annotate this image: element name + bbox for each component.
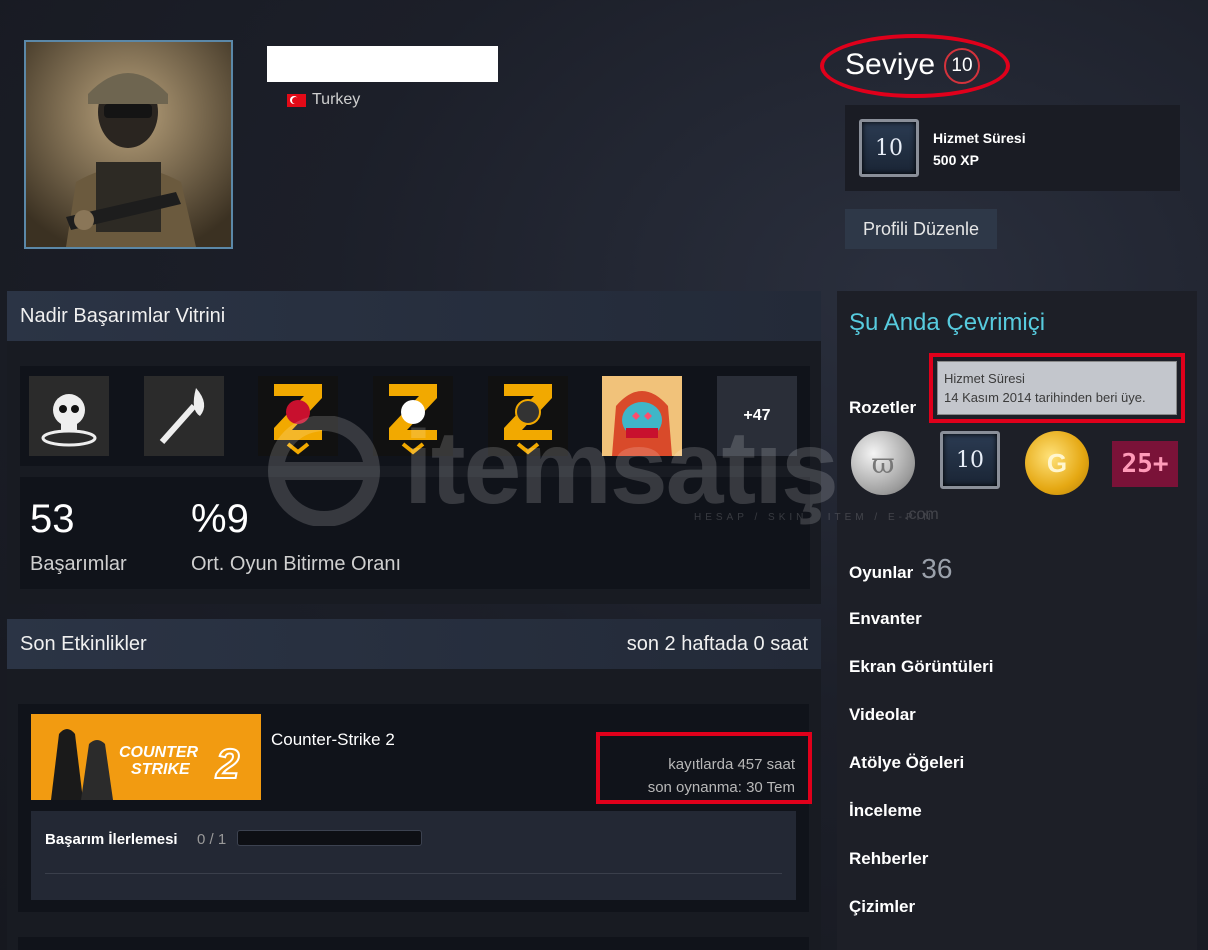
inventory-link[interactable]: Envanter	[849, 609, 922, 629]
edit-profile-button[interactable]: Profili Düzenle	[845, 209, 997, 249]
cartoon-character-achievement-icon[interactable]	[602, 376, 682, 456]
online-status: Şu Anda Çevrimiçi	[849, 309, 1046, 336]
recent-activity-panel: Son Etkinlikler son 2 haftada 0 saat COU…	[7, 619, 821, 950]
game-name-link[interactable]: Counter-Strike 2	[271, 730, 395, 750]
progress-bar	[237, 830, 422, 846]
level-number[interactable]: 10	[944, 48, 980, 84]
achievements-count: 53	[30, 497, 75, 541]
activity-summary: son 2 haftada 0 saat	[626, 632, 808, 655]
zombie-badge-icon-3[interactable]	[488, 376, 568, 456]
achievement-stats: 53 Başarımlar %9 Ort. Oyun Bitirme Oranı	[20, 477, 810, 589]
service-badge-icon: 10	[859, 119, 919, 177]
profile-name-redacted	[267, 46, 498, 82]
game-thumbnail[interactable]: COUNTER STRIKE 2	[31, 714, 261, 800]
favorite-badge-xp: 500 XP	[933, 152, 979, 168]
level-label: Seviye	[845, 48, 936, 81]
progress-label: Başarım İlerlemesi	[45, 831, 178, 848]
match-fire-achievement-icon[interactable]	[144, 376, 224, 456]
activity-header: Son Etkinlikler son 2 haftada 0 saat	[7, 619, 821, 669]
completion-rate: %9	[191, 497, 249, 541]
achievements-label: Başarımlar	[30, 553, 127, 575]
reviews-link[interactable]: İnceleme	[849, 801, 922, 821]
progress-count: 0 / 1	[197, 831, 227, 848]
tooltip-title: Hizmet Süresi	[944, 371, 1025, 386]
progress-divider	[45, 873, 782, 874]
game-hours: kayıtlarda 457 saat	[668, 756, 795, 773]
profile-sidebar: Şu Anda Çevrimiçi Rozetler Hizmet Süresi…	[837, 291, 1197, 950]
badges-link[interactable]: Rozetler	[849, 398, 916, 418]
guides-link[interactable]: Rehberler	[849, 849, 928, 869]
screenshots-link[interactable]: Ekran Görüntüleri	[849, 657, 994, 677]
completion-label: Ort. Oyun Bitirme Oranı	[191, 553, 402, 575]
years-service-badge-icon[interactable]: 10	[940, 431, 1000, 489]
workshop-link[interactable]: Atölye Öğeleri	[849, 753, 964, 773]
tooltip-text: 14 Kasım 2014 tarihinden beri üye.	[944, 390, 1146, 405]
artwork-link[interactable]: Çizimler	[849, 897, 915, 917]
thumb-text-strike: STRIKE	[131, 761, 191, 778]
next-game-card	[18, 937, 809, 950]
soldier-avatar-image	[26, 42, 231, 247]
rare-achievements-showcase: Nadir Başarımlar Vitrini +47 53 Başarıml…	[7, 291, 821, 604]
game-last-played: son oynanma: 30 Tem	[647, 779, 795, 796]
favorite-badge-box[interactable]: 10	[845, 105, 1180, 191]
showcase-header: Nadir Başarımlar Vitrini	[7, 291, 821, 341]
country-name: Turkey	[312, 91, 361, 108]
videos-link[interactable]: Videolar	[849, 705, 916, 725]
badge-tooltip: Hizmet Süresi 14 Kasım 2014 tarihinden b…	[937, 361, 1177, 415]
gold-laurel-badge-icon[interactable]: G	[1025, 431, 1089, 495]
skull-achievement-icon[interactable]	[29, 376, 109, 456]
zombie-badge-icon-2[interactable]	[373, 376, 453, 456]
recent-game-card: COUNTER STRIKE 2 Counter-Strike 2 kayıtl…	[18, 704, 812, 912]
profile-avatar[interactable]	[24, 40, 233, 249]
games-link[interactable]: Oyunlar 36	[849, 553, 952, 585]
zombie-badge-icon-1[interactable]	[258, 376, 338, 456]
thumb-text-counter: COUNTER	[119, 744, 199, 761]
achievement-progress-box[interactable]: Başarım İlerlemesi 0 / 1	[31, 811, 796, 900]
activity-title: Son Etkinlikler	[20, 632, 147, 655]
achievement-icon-strip: +47	[20, 366, 810, 466]
profile-country: Turkey	[287, 91, 360, 109]
showcase-title: Nadir Başarımlar Vitrini	[20, 304, 226, 327]
more-achievements-button[interactable]: +47	[717, 376, 797, 456]
pixel-25-badge-icon[interactable]: 25+	[1112, 441, 1178, 487]
games-count: 36	[921, 553, 953, 584]
silver-coin-badge-icon[interactable]: ϖ	[851, 431, 915, 495]
turkey-flag-icon	[287, 93, 306, 107]
favorite-badge-title: Hizmet Süresi	[933, 130, 1026, 146]
games-label: Oyunlar	[849, 563, 914, 582]
thumb-text-two: 2	[215, 740, 239, 787]
